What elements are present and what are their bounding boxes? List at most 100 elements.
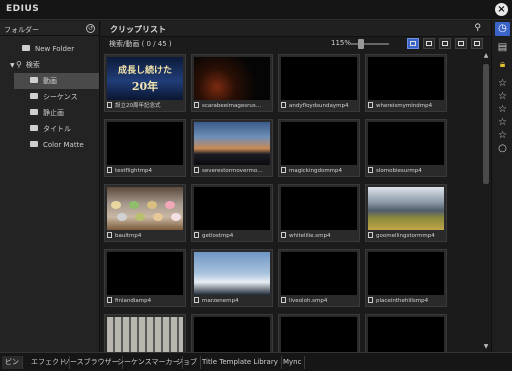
- video-clip-icon: [107, 296, 112, 303]
- clip-item[interactable]: andyfloydsundaymp4: [278, 54, 360, 112]
- video-clip-icon: [281, 166, 286, 173]
- clip-item[interactable]: finlandiamp4: [104, 249, 186, 307]
- tree-item-color-matte[interactable]: Color Matte: [14, 137, 99, 153]
- search-icon[interactable]: ⚲: [474, 23, 481, 33]
- clip-caption: baultmp4: [107, 231, 184, 241]
- view-medium-button[interactable]: [439, 38, 451, 49]
- clip-item[interactable]: [278, 314, 360, 352]
- grid-icon: [442, 41, 448, 46]
- tree-item-still[interactable]: 静止画: [14, 105, 99, 121]
- clip-name: marzenemp4: [202, 298, 239, 304]
- clip-caption: severestormovermo…: [194, 166, 271, 176]
- folder-icon: [30, 141, 38, 147]
- clip-caption: andyfloydsundaymp4: [281, 101, 358, 111]
- star-icon[interactable]: ☆: [495, 129, 510, 143]
- clip-caption: finlandiamp4: [107, 296, 184, 306]
- clip-thumbnail: [281, 187, 357, 230]
- search-icon: ⚲: [16, 60, 22, 69]
- clip-caption: magickingdommp4: [281, 166, 358, 176]
- tab-mync[interactable]: Mync: [280, 356, 306, 369]
- tree-item-search[interactable]: ▼⚲ 検索: [0, 57, 99, 73]
- history-icon[interactable]: ↺: [86, 24, 95, 33]
- clip-name: goomellingstormmp4: [376, 233, 435, 239]
- bottom-tab-bar: ビン エフェクト ソースブラウザー シーケンスマーカー ジョブ Title Te…: [0, 352, 512, 371]
- view-thumbnail-button[interactable]: [407, 38, 419, 49]
- star-icon[interactable]: ☆: [495, 103, 510, 117]
- tree-item-title[interactable]: タイトル: [14, 121, 99, 137]
- clip-item[interactable]: baultmp4: [104, 184, 186, 242]
- view-list-button[interactable]: [471, 38, 483, 49]
- view-detail-button[interactable]: [455, 38, 467, 49]
- tab-jobs[interactable]: ジョブ: [173, 356, 201, 369]
- clip-list-toolbar: 検索/動画 ( 0 / 45 ) 115%: [101, 37, 491, 51]
- video-clip-icon: [281, 231, 286, 238]
- clip-item[interactable]: goomellingstormmp4: [365, 184, 447, 242]
- clip-item[interactable]: magickingdommp4: [278, 119, 360, 177]
- folder-panel-header: フォルダー ↺: [0, 21, 99, 36]
- clip-item[interactable]: testflightmp4: [104, 119, 186, 177]
- clip-list-title: クリップリスト: [110, 25, 166, 34]
- video-clip-icon: [194, 296, 199, 303]
- star-icon[interactable]: ☆: [495, 116, 510, 130]
- circle-icon[interactable]: ○: [495, 142, 510, 156]
- star-icon[interactable]: ☆: [495, 90, 510, 104]
- clip-item[interactable]: liveoloh.smp4: [278, 249, 360, 307]
- clip-thumbnail: [281, 317, 357, 352]
- scroll-down-icon[interactable]: ▼: [482, 343, 490, 350]
- list-icon: [474, 41, 480, 46]
- folder-icon: [30, 125, 38, 131]
- close-icon[interactable]: ×: [495, 3, 508, 16]
- star-icon[interactable]: ☆: [495, 77, 510, 91]
- clip-title-text: 成長し続けた: [117, 66, 172, 76]
- clip-item[interactable]: slomobiesurmp4: [365, 119, 447, 177]
- clip-item[interactable]: scarabeeimagesrus…: [191, 54, 273, 112]
- tab-bin[interactable]: ビン: [2, 356, 23, 369]
- clip-name: andyfloydsundaymp4: [289, 103, 349, 109]
- zoom-level: 115%: [331, 39, 352, 47]
- video-clip-icon: [368, 296, 373, 303]
- grid-icon: [410, 41, 416, 46]
- tree-item-new-folder[interactable]: New Folder: [0, 41, 99, 57]
- clip-caption: scarabeeimagesrus…: [194, 101, 271, 111]
- clip-thumbnail: [368, 187, 444, 230]
- clip-name: baultmp4: [115, 233, 142, 239]
- video-clip-icon: [194, 101, 199, 108]
- scrollbar-thumb[interactable]: [483, 64, 489, 184]
- clip-caption: slomobiesurmp4: [368, 166, 445, 176]
- clip-item[interactable]: severestormovermo…: [191, 119, 273, 177]
- clip-thumbnail: [281, 57, 357, 100]
- clip-caption: goomellingstormmp4: [368, 231, 445, 241]
- lock-icon[interactable]: 🔒︎: [495, 58, 510, 72]
- tab-title-template-library[interactable]: Title Template Library: [199, 356, 282, 369]
- zoom-slider-handle[interactable]: [358, 39, 364, 49]
- view-large-button[interactable]: [423, 38, 435, 49]
- clip-item[interactable]: [191, 314, 273, 352]
- scroll-up-icon[interactable]: ▲: [482, 52, 490, 59]
- clip-thumbnail: [107, 187, 183, 230]
- clip-caption: getlostmp4: [194, 231, 271, 241]
- clip-list-icon[interactable]: ▤: [495, 41, 510, 55]
- video-clip-icon: [194, 231, 199, 238]
- clip-name: finlandiamp4: [115, 298, 152, 304]
- clip-thumbnail: [107, 122, 183, 165]
- video-clip-icon: [107, 231, 112, 238]
- video-clip-icon: [281, 101, 286, 108]
- video-clip-icon: [107, 166, 112, 173]
- history-icon[interactable]: ◷: [495, 22, 510, 36]
- decoration: [147, 201, 157, 209]
- clip-item[interactable]: whereismymindmp4: [365, 54, 447, 112]
- tree-item-video[interactable]: 動画: [14, 73, 99, 89]
- video-clip-icon: [107, 101, 112, 108]
- clip-item[interactable]: marzenemp4: [191, 249, 273, 307]
- clip-item[interactable]: getlostmp4: [191, 184, 273, 242]
- clip-item[interactable]: placeinthehillsmp4: [365, 249, 447, 307]
- clip-thumbnail: [281, 122, 357, 165]
- clip-item[interactable]: [365, 314, 447, 352]
- clip-item[interactable]: [104, 314, 186, 352]
- decoration: [135, 213, 145, 221]
- tree-item-sequence[interactable]: シーケンス: [14, 89, 99, 105]
- clip-item[interactable]: 成長し続けた 20年 設立20周年記念式: [104, 54, 186, 112]
- clip-list-scrollbar[interactable]: ▲ ▼: [482, 52, 490, 352]
- clip-item[interactable]: whitelilie.smp4: [278, 184, 360, 242]
- zoom-slider[interactable]: [351, 39, 389, 49]
